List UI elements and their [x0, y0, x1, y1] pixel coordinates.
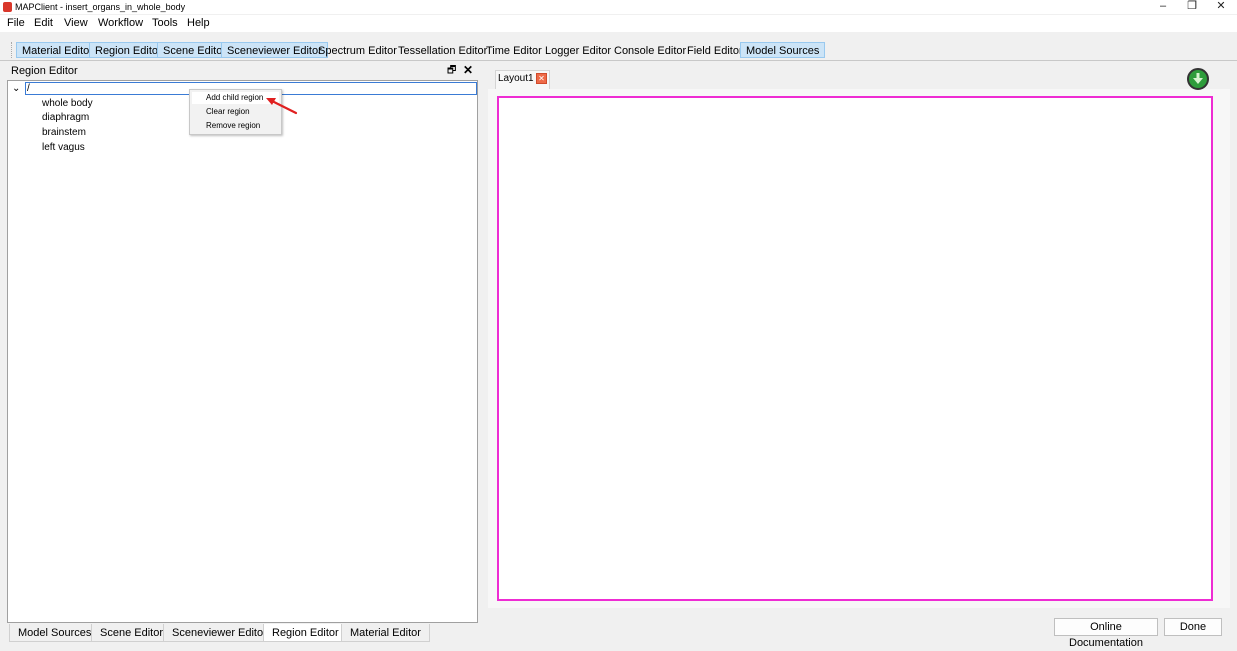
ctx-clear-region[interactable]: Clear region — [206, 107, 250, 117]
workflow-canvas[interactable] — [497, 96, 1213, 601]
region-tree[interactable] — [7, 80, 478, 623]
toolbar-material-editor[interactable]: Material Editor — [16, 42, 99, 58]
menu-file[interactable]: File — [7, 17, 25, 30]
toolbar-region-editor[interactable]: Region Editor — [89, 42, 168, 58]
tab-layout1-label[interactable]: Layout1 — [498, 73, 534, 85]
done-button[interactable]: Done — [1164, 618, 1222, 636]
tree-item-whole-body[interactable]: whole body — [42, 98, 93, 110]
toolbar-time-editor[interactable]: Time Editor — [480, 42, 548, 58]
bottom-tab-sceneviewer-editor[interactable]: Sceneviewer Editor — [163, 624, 276, 642]
menu-help[interactable]: Help — [187, 17, 210, 30]
menu-bar — [0, 15, 1237, 32]
window-title: MAPClient - insert_organs_in_whole_body — [15, 2, 186, 12]
dock-close-icon[interactable]: ✕ — [463, 64, 473, 77]
restore-button[interactable]: ❐ — [1177, 0, 1207, 14]
menu-view[interactable]: View — [64, 17, 88, 30]
tree-item-diaphragm[interactable]: diaphragm — [42, 112, 89, 124]
toolbar-model-sources[interactable]: Model Sources — [740, 42, 826, 58]
menu-tools[interactable]: Tools — [152, 17, 178, 30]
toolbar-logger-editor[interactable]: Logger Editor — [539, 42, 617, 58]
toolbar-field-editor[interactable]: Field Editor — [681, 42, 749, 58]
title-bar — [0, 0, 1237, 14]
ctx-remove-region[interactable]: Remove region — [206, 121, 260, 131]
close-window-button[interactable]: ✕ — [1206, 0, 1236, 14]
tab-close-icon[interactable]: ✕ — [536, 73, 547, 84]
toolbar-tessellation-editor[interactable]: Tessellation Editor — [392, 42, 493, 58]
toolbar-divider — [0, 60, 1237, 61]
toolbar-grip[interactable] — [11, 42, 14, 58]
menu-workflow[interactable]: Workflow — [98, 17, 143, 30]
dock-float-icon[interactable]: 🗗 — [447, 65, 456, 77]
bottom-tab-region-editor[interactable]: Region Editor — [263, 624, 348, 642]
arrow-down-icon — [1193, 73, 1203, 84]
bottom-tab-material-editor[interactable]: Material Editor — [341, 624, 430, 642]
tree-item-brainstem[interactable]: brainstem — [42, 127, 86, 139]
ctx-add-child-region[interactable]: Add child region — [206, 93, 263, 103]
tree-item-left-vagus[interactable]: left vagus — [42, 142, 85, 154]
bottom-tab-scene-editor[interactable]: Scene Editor — [91, 624, 172, 642]
download-arrow-icon[interactable] — [1187, 68, 1209, 90]
annotation-arrow-icon — [266, 98, 298, 115]
region-editor-title: Region Editor — [11, 65, 78, 77]
menu-edit[interactable]: Edit — [34, 17, 53, 30]
chevron-down-icon[interactable]: ⌄ — [12, 82, 20, 95]
minimize-button[interactable]: – — [1148, 0, 1178, 14]
app-icon — [3, 2, 12, 12]
online-documentation-button[interactable]: Online Documentation — [1054, 618, 1158, 649]
bottom-tab-model-sources[interactable]: Model Sources — [9, 624, 101, 642]
toolbar-console-editor[interactable]: Console Editor — [608, 42, 692, 58]
tree-root-label[interactable]: / — [27, 83, 30, 95]
toolbar-spectrum-editor[interactable]: Spectrum Editor — [312, 42, 403, 58]
